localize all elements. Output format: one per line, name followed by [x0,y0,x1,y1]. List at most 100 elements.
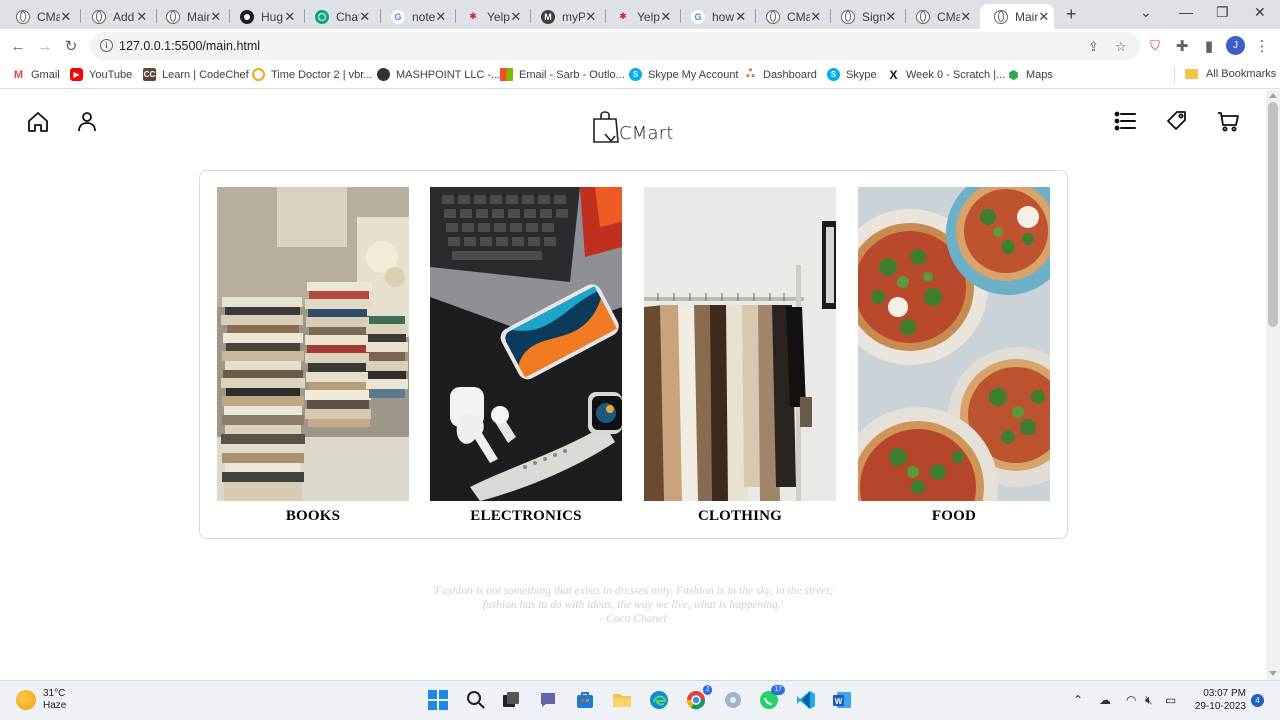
food-image[interactable] [858,187,1050,501]
home-icon[interactable] [25,109,51,135]
search-icon[interactable] [465,689,487,711]
bookmark-time-doctor[interactable]: Time Doctor 2 | vbr... [252,68,372,81]
tag-icon[interactable] [1164,108,1190,134]
profile-avatar[interactable]: J [1226,36,1245,55]
browser-tab[interactable]: ✱ Yelp ✕ [602,4,676,29]
wifi-icon[interactable]: ◠ [1126,693,1136,707]
tab-search-chevron-icon[interactable]: ⌄ [1140,4,1152,21]
file-explorer-icon[interactable] [611,689,633,711]
notification-count-badge[interactable]: 4 [1251,694,1264,707]
bookmark-youtube[interactable]: ▶ YouTube [70,68,132,81]
close-icon[interactable]: ✕ [660,9,672,25]
browser-tab[interactable]: CMart ✕ [2,4,76,29]
minimize-icon[interactable]: — [1179,4,1193,20]
browser-tab[interactable]: M myP ✕ [527,4,601,29]
clothing-image[interactable] [644,187,836,501]
weather-widget[interactable]: 31°C Haze [16,688,66,712]
address-bar[interactable]: i 127.0.0.1:5500/main.html ⇪ ☆ [90,32,1140,60]
extensions-puzzle-icon[interactable]: ✚ [1173,37,1191,55]
user-icon[interactable] [74,108,100,134]
category-card-food[interactable]: FOOD [858,187,1050,525]
scroll-down-arrow-icon[interactable] [1269,671,1277,676]
category-card-books[interactable]: BOOKS [217,187,409,525]
edge-icon[interactable] [648,689,670,711]
close-icon[interactable]: ✕ [735,9,747,25]
browser-tab[interactable]: Sign ✕ [827,4,901,29]
share-icon[interactable]: ⇪ [1088,39,1099,55]
system-clock[interactable]: 03:07 PM 29-10-2023 [1190,687,1246,713]
tray-overflow-chevron-icon[interactable]: ⌃ [1073,693,1083,707]
bookmark-skype[interactable]: S Skype [827,68,877,81]
new-tab-plus-icon[interactable]: + [1066,4,1077,25]
browser-tab[interactable]: G note ✕ [377,4,451,29]
bookmark-week0-scratch[interactable]: X Week 0 - Scratch |... [887,68,1005,82]
close-icon[interactable]: ✕ [510,9,522,25]
close-icon[interactable]: ✕ [284,9,296,25]
close-icon[interactable]: ✕ [885,9,897,25]
browser-tab[interactable]: Chat ✕ [301,4,375,29]
bookmark-maps[interactable]: ⬢ Maps [1007,68,1053,82]
close-icon[interactable]: ✕ [60,9,72,25]
task-view-icon[interactable] [500,689,522,711]
settings-app-icon[interactable] [722,689,744,711]
browser-tab[interactable]: CMart ✕ [902,4,976,29]
close-icon[interactable]: ✕ [210,9,222,25]
category-card-electronics[interactable]: ELECTRONICS [430,187,622,525]
all-bookmarks-button[interactable]: All Bookmarks [1185,68,1276,80]
category-card-clothing[interactable]: CLOTHING [644,187,836,525]
browser-tab[interactable]: Hug ✕ [226,4,300,29]
store-icon[interactable] [574,689,596,711]
extension-shield-icon[interactable]: ⛉ [1146,37,1164,55]
back-arrow-icon[interactable]: ← [9,37,27,55]
whatsapp-icon[interactable]: 17 [758,685,785,711]
browser-tab[interactable]: CMart ✕ [752,4,826,29]
category-label[interactable]: CLOTHING [644,508,836,525]
electronics-image[interactable] [430,187,622,501]
menu-list-icon[interactable] [1112,108,1138,134]
category-label[interactable]: BOOKS [217,508,409,525]
bookmark-outlook-email[interactable]: Email - Sarb - Outlo... [500,68,625,81]
cmart-logo[interactable]: CMart [591,108,674,144]
close-icon[interactable]: ✕ [136,9,148,25]
category-label[interactable]: FOOD [858,508,1050,525]
bookmark-gmail[interactable]: M Gmail [12,68,60,81]
bookmark-skype-account[interactable]: S Skype My Account [629,68,739,81]
volume-muted-icon[interactable]: 🔇︎ [1145,693,1153,708]
scroll-up-arrow-icon[interactable] [1269,93,1277,98]
browser-tab-active[interactable]: Main ✕ [980,4,1054,29]
cart-icon[interactable] [1215,108,1241,134]
chat-teams-icon[interactable] [537,689,559,711]
close-icon[interactable]: ✕ [1038,9,1050,25]
battery-icon[interactable]: ▭ [1165,693,1176,707]
vscode-icon[interactable] [795,689,817,711]
browser-tab[interactable]: Add ✕ [78,4,152,29]
bookmark-dashboard[interactable]: ஃ Dashboard [744,68,817,81]
page-scrollbar[interactable] [1266,90,1280,680]
restore-icon[interactable]: ❐ [1216,4,1229,21]
window-close-icon[interactable]: ✕ [1254,4,1266,21]
word-icon[interactable]: W [831,689,853,711]
reload-icon[interactable]: ↻ [62,37,80,55]
site-info-icon[interactable]: i [100,39,113,52]
bookmark-star-icon[interactable]: ☆ [1115,39,1127,55]
forward-arrow-icon[interactable]: → [36,37,54,55]
close-icon[interactable]: ✕ [359,9,371,25]
browser-tab[interactable]: Main ✕ [152,4,226,29]
browser-menu-icon[interactable]: ⋮ [1253,37,1271,55]
url-text[interactable]: 127.0.0.1:5500/main.html [119,39,260,53]
bookmark-mashpoint[interactable]: MASHPOINT LLC -... [377,68,500,81]
chrome-icon[interactable]: J [685,685,712,711]
books-image[interactable] [217,187,409,501]
browser-tab[interactable]: G how ✕ [677,4,751,29]
windows-start-icon[interactable] [427,689,449,711]
close-icon[interactable]: ✕ [585,9,597,25]
side-panel-icon[interactable]: ▮ [1200,37,1218,55]
close-icon[interactable]: ✕ [810,9,822,25]
close-icon[interactable]: ✕ [435,9,447,25]
close-icon[interactable]: ✕ [960,9,972,25]
category-label[interactable]: ELECTRONICS [430,508,622,525]
scrollbar-thumb[interactable] [1268,102,1278,327]
onedrive-cloud-icon[interactable]: ☁ [1099,693,1111,707]
bookmark-codechef[interactable]: CC Learn | CodeChef [143,68,249,81]
browser-tab[interactable]: ✱ Yelp ✕ [452,4,526,29]
